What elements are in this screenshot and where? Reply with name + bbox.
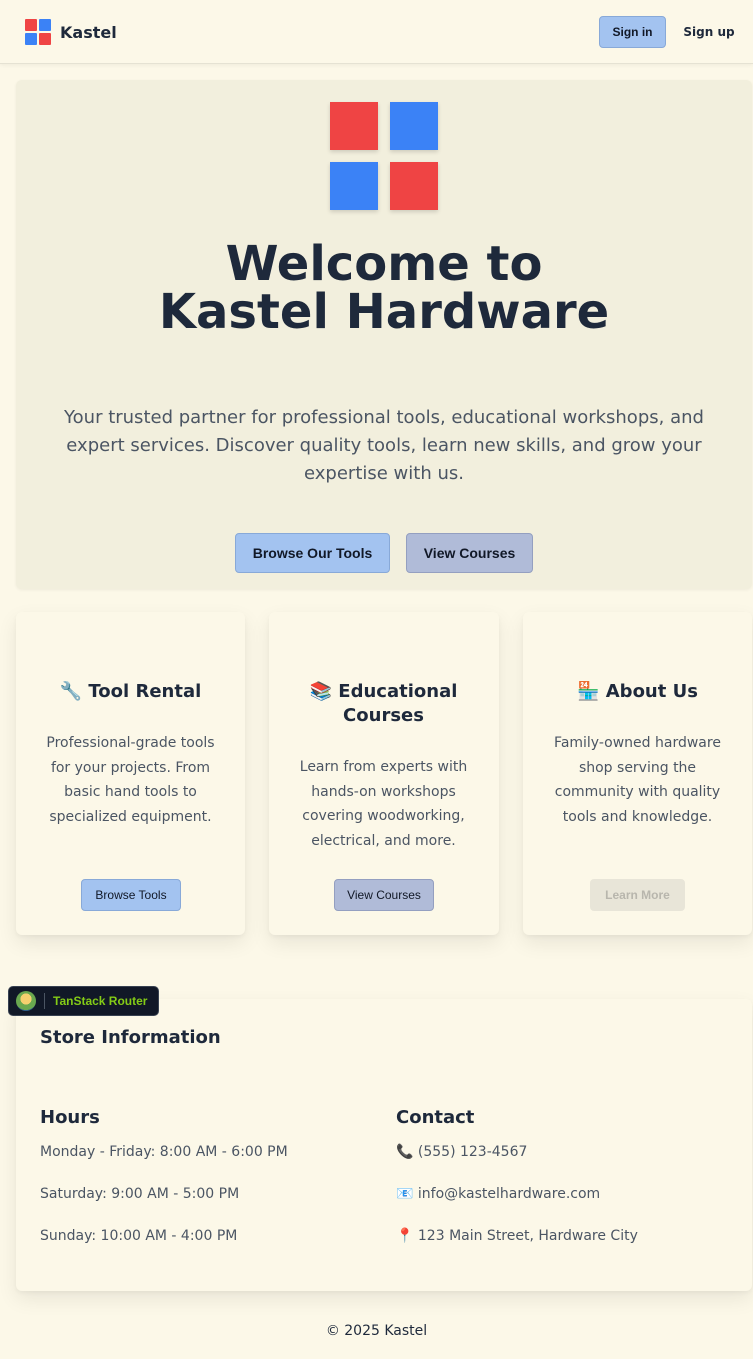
- hero-logo-icon: [330, 102, 438, 210]
- books-icon: 📚: [309, 681, 333, 702]
- card-title-text: Tool Rental: [88, 681, 202, 702]
- email-address: info@kastelhardware.com: [417, 1186, 601, 1202]
- view-courses-button[interactable]: View Courses: [406, 533, 533, 573]
- browse-tools-card-button[interactable]: Browse Tools: [81, 879, 181, 911]
- phone-number: (555) 123-4567: [417, 1144, 528, 1160]
- card-title: 📚 Educational Courses: [289, 680, 478, 728]
- sign-up-link[interactable]: Sign up: [679, 16, 739, 48]
- about-us-card: 🏪 About Us Family-owned hardware shop se…: [523, 612, 752, 935]
- store-information-section: Store Information Hours Monday - Friday:…: [16, 999, 752, 1291]
- hero-section: Welcome to Kastel Hardware Your trusted …: [16, 80, 752, 589]
- contact-address: 📍 123 Main Street, Hardware City: [396, 1228, 638, 1244]
- brand-link[interactable]: Kastel: [25, 19, 117, 45]
- top-navbar: Kastel Sign in Sign up: [0, 0, 753, 64]
- card-title-text: Educational Courses: [338, 681, 458, 726]
- browse-tools-button[interactable]: Browse Our Tools: [235, 533, 390, 573]
- hours-weekday: Monday - Friday: 8:00 AM - 6:00 PM: [40, 1144, 288, 1160]
- hours-title: Hours: [40, 1107, 100, 1128]
- card-description: Professional-grade tools for your projec…: [46, 735, 215, 825]
- email-icon: 📧: [396, 1186, 414, 1202]
- learn-more-button[interactable]: Learn More: [590, 879, 685, 911]
- card-title-text: About Us: [605, 681, 698, 702]
- hours-saturday: Saturday: 9:00 AM - 5:00 PM: [40, 1186, 240, 1202]
- tanstack-router-devtools-toggle[interactable]: TanStack Router: [8, 986, 159, 1016]
- educational-courses-card: 📚 Educational Courses Learn from experts…: [269, 612, 499, 935]
- sign-in-button[interactable]: Sign in: [599, 16, 666, 48]
- footer-copyright: © 2025 Kastel: [325, 1323, 428, 1339]
- view-courses-card-button[interactable]: View Courses: [334, 879, 434, 911]
- wrench-icon: 🔧: [59, 681, 83, 702]
- tool-rental-card: 🔧 Tool Rental Professional-grade tools f…: [16, 612, 245, 935]
- tanstack-logo-icon: [16, 991, 36, 1011]
- store-info-title: Store Information: [40, 1027, 221, 1048]
- card-description: Learn from experts with hands-on worksho…: [299, 759, 468, 849]
- contact-phone: 📞 (555) 123-4567: [396, 1144, 527, 1160]
- hero-description: Your trusted partner for professional to…: [64, 407, 704, 484]
- location-pin-icon: 📍: [396, 1228, 414, 1244]
- card-description: Family-owned hardware shop serving the c…: [554, 735, 721, 825]
- card-title: 🏪 About Us: [543, 680, 732, 704]
- store-icon: 🏪: [577, 681, 600, 702]
- contact-title: Contact: [396, 1107, 475, 1128]
- devtools-label: TanStack Router: [53, 994, 148, 1008]
- phone-icon: 📞: [396, 1144, 414, 1160]
- street-address: 123 Main Street, Hardware City: [417, 1228, 638, 1244]
- hours-sunday: Sunday: 10:00 AM - 4:00 PM: [40, 1228, 238, 1244]
- contact-email: 📧 info@kastelhardware.com: [396, 1186, 600, 1202]
- card-title: 🔧 Tool Rental: [36, 680, 225, 704]
- hero-title: Welcome to Kastel Hardware: [158, 236, 610, 340]
- divider: [44, 993, 45, 1009]
- four-squares-logo-icon: [25, 19, 51, 45]
- brand-name: Kastel: [60, 22, 117, 42]
